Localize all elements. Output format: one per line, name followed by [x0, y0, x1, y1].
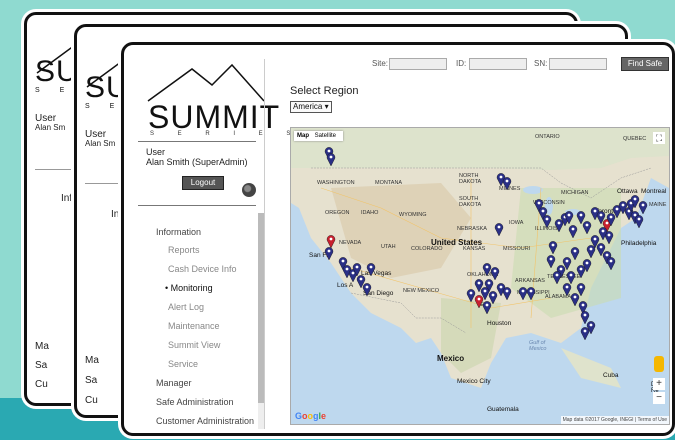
- map-pin-marker[interactable]: [570, 293, 580, 307]
- map-pin-marker[interactable]: [494, 223, 504, 237]
- map-pin-marker[interactable]: [548, 241, 558, 255]
- sidebar-item-maintenance[interactable]: Maintenance: [168, 321, 220, 331]
- id-label: ID:: [456, 59, 467, 68]
- map-pin-marker[interactable]: [518, 287, 528, 301]
- ghost-user-name: Alan Sm: [35, 123, 66, 132]
- map-pin-marker[interactable]: [490, 267, 500, 281]
- ghost-manager: Ma: [85, 355, 99, 366]
- map-pin-marker[interactable]: [326, 235, 336, 249]
- map-pin-marker[interactable]: [580, 311, 590, 325]
- map-pin-marker[interactable]: [598, 227, 608, 241]
- map-pin-marker[interactable]: [366, 263, 376, 277]
- map-pins: [324, 147, 648, 341]
- sidebar-item-alert-log[interactable]: Alert Log: [168, 302, 204, 312]
- map-pin-marker[interactable]: [326, 153, 336, 167]
- sidebar-item-service[interactable]: Service: [168, 359, 198, 369]
- map-pin-marker[interactable]: [362, 283, 372, 297]
- map-pin-marker[interactable]: [546, 255, 556, 269]
- map-pin-marker[interactable]: [566, 271, 576, 285]
- map-pin-marker[interactable]: [466, 289, 476, 303]
- map-pin-marker[interactable]: [488, 291, 498, 305]
- sidebar-item-reports[interactable]: Reports: [168, 245, 200, 255]
- map-pin-marker[interactable]: [568, 225, 578, 239]
- region-title: Select Region: [290, 85, 359, 97]
- map-pin-marker[interactable]: [570, 247, 580, 261]
- sidebar-border: [264, 59, 265, 429]
- map-pin-marker[interactable]: [474, 295, 484, 309]
- logout-button[interactable]: Logout: [182, 176, 224, 190]
- sidebar-item-summit-view[interactable]: Summit View: [168, 340, 220, 350]
- ghost-customer: Cu: [35, 379, 48, 390]
- map-pin-marker[interactable]: [526, 287, 536, 301]
- sidebar-item-safe-administration[interactable]: Safe Administration: [156, 397, 234, 407]
- mountain-logo-icon: [147, 63, 265, 102]
- site-label: Site:: [372, 59, 389, 68]
- sidebar-item-information[interactable]: Information: [156, 227, 201, 237]
- zoom-in-button[interactable]: +: [653, 378, 665, 390]
- sidebar-divider-bottom: [138, 205, 256, 206]
- map-pin-marker[interactable]: [324, 247, 334, 261]
- map-view[interactable]: Map Satellite ⛶ ONTARIO QUEBEC WASHINGTO…: [290, 127, 670, 425]
- main-window: SUMMIT S E R I E S User Alan Smith (Supe…: [121, 42, 675, 436]
- find-safe-button[interactable]: Find Safe: [621, 57, 669, 71]
- fullscreen-icon[interactable]: ⛶: [653, 132, 665, 144]
- google-logo: Google: [295, 411, 327, 421]
- ghost-divider: [85, 183, 125, 184]
- map-pin-marker[interactable]: [606, 257, 616, 271]
- sidebar-item-cash-device-info[interactable]: Cash Device Info: [168, 264, 237, 274]
- map-pin-marker[interactable]: [634, 215, 644, 229]
- map-pin-marker[interactable]: [576, 283, 586, 297]
- sidebar-item-manager[interactable]: Manager: [156, 378, 192, 388]
- map-pin-marker[interactable]: [554, 219, 564, 233]
- street-view-pegman-icon[interactable]: [654, 356, 664, 372]
- site-input[interactable]: [389, 58, 447, 70]
- map-tab-satellite[interactable]: Satellite: [315, 133, 336, 139]
- region-select[interactable]: America ▾: [290, 101, 332, 113]
- map-pin-marker[interactable]: [482, 263, 492, 277]
- map-pin-marker[interactable]: [638, 201, 648, 215]
- zoom-out-button[interactable]: −: [653, 392, 665, 404]
- map-pin-marker[interactable]: [552, 271, 562, 285]
- sidebar-divider-top: [138, 141, 256, 142]
- map-pin-marker[interactable]: [482, 301, 492, 315]
- ghost-customer: Cu: [85, 395, 98, 406]
- map-tab-map[interactable]: Map: [297, 133, 309, 139]
- logo-subtitle: S E R I E S: [150, 131, 302, 137]
- ghost-safe: Sa: [85, 375, 98, 386]
- map-type-tabs[interactable]: Map Satellite: [294, 131, 344, 141]
- map-pin-marker[interactable]: [576, 265, 586, 279]
- user-name: Alan Smith (SuperAdmin): [146, 157, 248, 167]
- id-input[interactable]: [469, 58, 527, 70]
- map-pin-marker[interactable]: [562, 283, 572, 297]
- map-pin-marker[interactable]: [586, 245, 596, 259]
- map-pin-marker[interactable]: [582, 221, 592, 235]
- sidebar-item-monitoring[interactable]: • Monitoring: [165, 283, 213, 293]
- map-pin-marker[interactable]: [542, 215, 552, 229]
- map-pin-marker[interactable]: [502, 177, 512, 191]
- settings-gear-icon[interactable]: [242, 183, 256, 197]
- ghost-manager: Ma: [35, 341, 49, 352]
- ghost-safe: Sa: [35, 360, 48, 371]
- user-label: User: [146, 147, 166, 157]
- ghost-divider: [35, 169, 75, 170]
- sn-label: SN:: [534, 59, 548, 68]
- ghost-user-name: Alan Sm: [85, 139, 116, 148]
- map-pin-marker[interactable]: [580, 327, 590, 341]
- map-pin-marker[interactable]: [576, 211, 586, 225]
- sn-input[interactable]: [549, 58, 607, 70]
- sidebar-item-customer-administration[interactable]: Customer Administration: [156, 416, 254, 426]
- summit-logo: SUMMIT S E R I E S: [144, 59, 290, 139]
- map-copyright[interactable]: Map data ©2017 Google, INEGI | Terms of …: [560, 416, 669, 424]
- map-pin-marker[interactable]: [502, 287, 512, 301]
